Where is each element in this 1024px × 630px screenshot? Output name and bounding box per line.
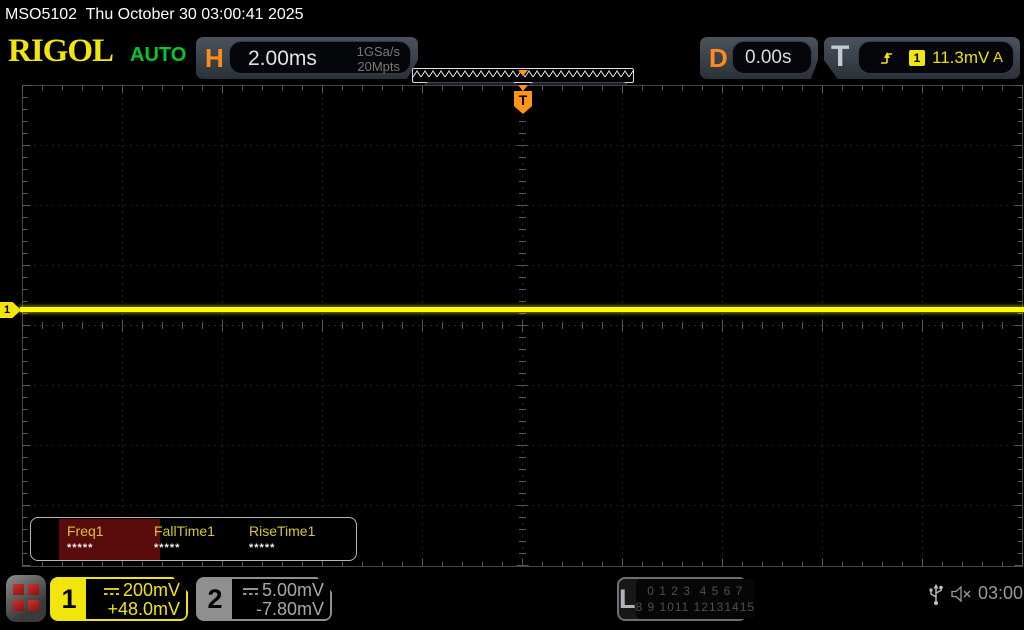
delay-value: 0.00s bbox=[745, 47, 792, 68]
bottom-status-bar: 1 200mV +48.0mV 2 5.00mV -7.80mV L 0 1 2… bbox=[0, 568, 1024, 630]
grid-menu-button[interactable] bbox=[6, 575, 46, 622]
model-and-datetime: MSO5102 Thu October 30 03:00:41 2025 bbox=[5, 6, 304, 23]
channel1-trace[interactable] bbox=[20, 307, 1024, 312]
memory-depth: 20Mpts bbox=[357, 59, 400, 74]
channel2-offset: -7.80mV bbox=[255, 599, 324, 619]
horizontal-timebase-box[interactable]: H 2.00ms 1GSa/s 20Mpts bbox=[196, 37, 418, 79]
acquisition-mode-indicator: AUTO bbox=[130, 44, 187, 66]
logic-label: L bbox=[619, 584, 636, 614]
trigger-level-value: 11.3mV bbox=[932, 47, 990, 67]
trigger-position-triangle-icon bbox=[518, 85, 528, 91]
channel2-status-box[interactable]: 2 5.00mV -7.80mV bbox=[196, 577, 332, 621]
clock-display: 03:00 bbox=[978, 583, 1024, 603]
speaker-muted-icon[interactable] bbox=[950, 585, 976, 603]
delay-label: D bbox=[709, 43, 728, 73]
rigol-logo: RIGOL bbox=[8, 33, 114, 69]
channel1-badge: 1 bbox=[61, 584, 77, 614]
trigger-label: T bbox=[831, 40, 850, 73]
graticule-grid bbox=[22, 85, 1023, 567]
measurement-falltime1[interactable]: FallTime1 ***** bbox=[154, 518, 249, 560]
dc-coupling-icon bbox=[242, 586, 259, 597]
grid-square-icon bbox=[13, 584, 24, 595]
waveform-preview-bar[interactable] bbox=[412, 68, 634, 83]
timebase-inner-box[interactable]: 2.00ms 1GSa/s 20Mpts bbox=[229, 41, 411, 74]
measurement-panel: Freq1 ***** FallTime1 ***** RiseTime1 **… bbox=[30, 517, 357, 561]
channel1-status-box[interactable]: 1 200mV +48.0mV bbox=[50, 577, 188, 621]
channel1-scale: 200mV bbox=[122, 580, 180, 600]
timebase-value: 2.00ms bbox=[248, 47, 317, 70]
channel1-offset: +48.0mV bbox=[107, 599, 180, 619]
logic-channels-box[interactable]: L 0 1 2 3 4 5 6 7 8 9 1011 12131415 bbox=[617, 577, 756, 621]
delay-inner-box[interactable]: 0.00s bbox=[732, 41, 812, 74]
preview-trigger-position-icon bbox=[518, 70, 528, 76]
trigger-inner-box[interactable]: 1 11.3mV A bbox=[858, 41, 1014, 74]
header-bar: RIGOL AUTO H 2.00ms 1GSa/s 20Mpts D 0.00… bbox=[0, 30, 1024, 108]
graticule-area bbox=[0, 85, 1024, 567]
dc-coupling-icon bbox=[103, 586, 120, 597]
delay-box[interactable]: D 0.00s bbox=[700, 37, 818, 79]
usb-icon bbox=[929, 584, 943, 605]
measurement-risetime1[interactable]: RiseTime1 ***** bbox=[249, 518, 344, 560]
logic-channels-row1: 0 1 2 3 4 5 6 7 bbox=[647, 584, 744, 598]
grid-square-icon bbox=[28, 584, 39, 595]
oscilloscope-screen: MSO5102 Thu October 30 03:00:41 2025 RIG… bbox=[0, 0, 1024, 630]
measurement-freq1[interactable]: Freq1 ***** bbox=[67, 518, 162, 560]
sample-rate: 1GSa/s bbox=[356, 44, 400, 59]
grid-square-icon bbox=[13, 600, 24, 611]
trigger-box[interactable]: T 1 11.3mV A bbox=[824, 37, 1020, 79]
channel2-badge: 2 bbox=[207, 584, 223, 614]
title-bar: MSO5102 Thu October 30 03:00:41 2025 bbox=[0, 0, 1024, 30]
logic-channels-row2: 8 9 1011 12131415 bbox=[635, 600, 756, 614]
trigger-source-badge: 1 bbox=[909, 49, 925, 66]
channel2-scale: 5.00mV bbox=[261, 580, 324, 600]
trigger-sweep-mode: A bbox=[992, 49, 1003, 66]
rising-edge-icon bbox=[881, 51, 892, 64]
grid-square-icon bbox=[28, 600, 39, 611]
horizontal-label: H bbox=[205, 43, 224, 73]
